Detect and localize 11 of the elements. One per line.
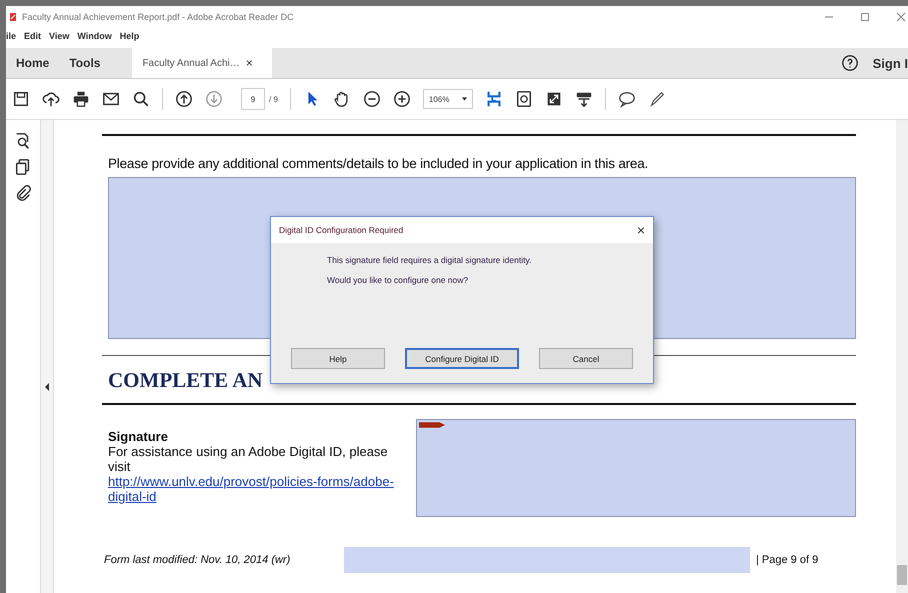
- section-heading: COMPLETE AN: [107, 367, 263, 394]
- signature-label: Signature: [108, 429, 169, 444]
- window-title: Faculty Annual Achievement Report.pdf - Adobe Acrobat Reader DC: [22, 12, 294, 22]
- form-modified-note: Form last modified: Nov. 10, 2014 (wr): [104, 554, 292, 566]
- signature-help: For assistance using an Adobe Digital ID, please visit: [108, 444, 389, 474]
- dialog-title: Digital ID Configuration Required: [279, 225, 404, 235]
- page-label: | Page 9 of 9: [755, 554, 820, 566]
- dialog-message: This signature field requires a digital signature identity.: [327, 255, 532, 265]
- dialog-message: Would you like to configure one now?: [327, 275, 470, 285]
- comments-prompt: Please provide any additional comments/details to be included in your application in this area.: [108, 156, 650, 171]
- page-total: / 9: [269, 94, 278, 104]
